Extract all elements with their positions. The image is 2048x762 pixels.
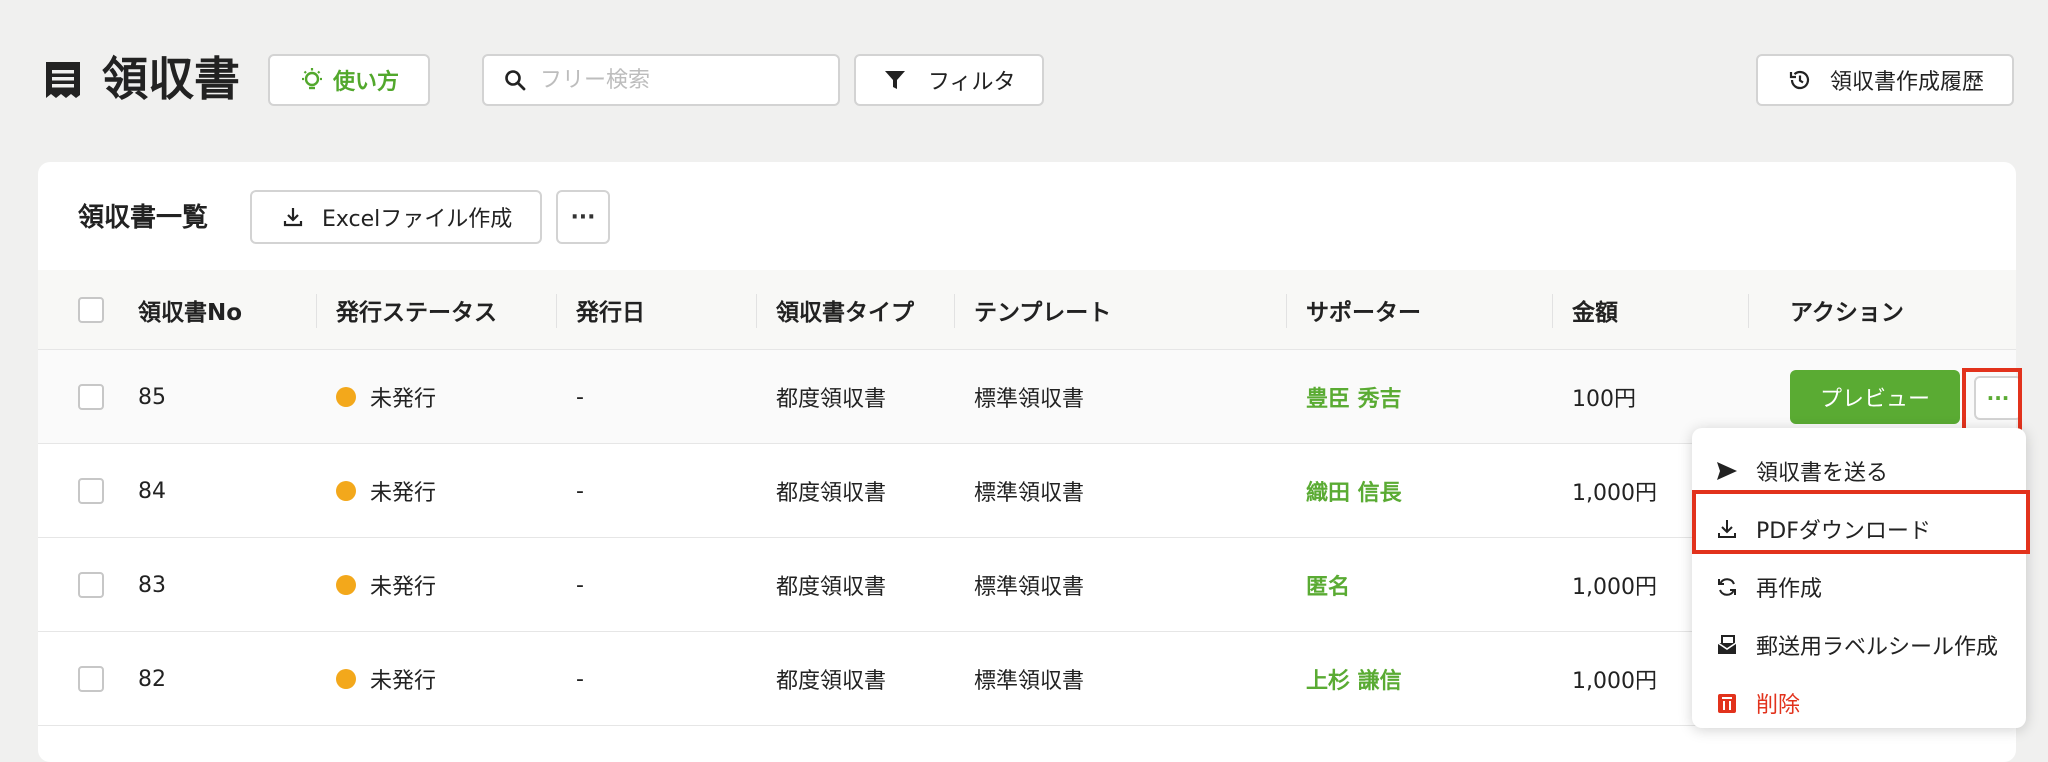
howto-button[interactable]: 使い方	[268, 54, 430, 106]
status-cell: 未発行	[336, 538, 436, 632]
menu-item-label: 郵送用ラベルシール作成	[1756, 635, 1999, 660]
column-separator	[316, 294, 317, 328]
menu-item-label: 再作成	[1756, 577, 1823, 602]
menu-item-label: 削除	[1756, 693, 1801, 718]
menu-item-delete[interactable]: 削除	[1692, 674, 2026, 732]
column-header-action: アクション	[1790, 300, 1904, 326]
supporter-link[interactable]: 匿名	[1306, 538, 1350, 632]
column-header-type[interactable]: 領収書タイプ	[776, 270, 914, 350]
template-name: 標準領収書	[974, 481, 1085, 506]
label-print-icon	[1717, 635, 1737, 654]
history-label: 領収書作成履歴	[1830, 70, 1985, 95]
amount: 1,000円	[1572, 669, 1657, 694]
amount: 1,000円	[1572, 575, 1657, 600]
lightbulb-icon	[301, 68, 322, 90]
supporter-link[interactable]: 織田 信長	[1306, 444, 1402, 538]
issue-date: -	[576, 666, 584, 692]
column-separator	[1286, 294, 1287, 328]
search-icon	[505, 70, 526, 91]
status-dot-icon	[336, 387, 356, 407]
column-header-supporter[interactable]: サポーター	[1306, 270, 1421, 350]
column-header-date[interactable]: 発行日	[576, 270, 645, 350]
column-header-status[interactable]: 発行ステータス	[336, 270, 497, 350]
more-options-button[interactable]: ···	[556, 190, 610, 244]
row-checkbox[interactable]	[78, 666, 104, 692]
row-action-menu: 領収書を送る PDFダウンロード 再作成 郵送用ラベルシール作成 削除	[1692, 428, 2026, 728]
card-title: 領収書一覧	[78, 203, 209, 233]
column-separator	[954, 294, 955, 328]
receipt-type: 都度領収書	[776, 575, 887, 600]
filter-icon	[885, 71, 905, 89]
receipt-no: 82	[138, 666, 166, 692]
highlight-frame	[1692, 490, 2030, 554]
status-label: 未発行	[370, 481, 437, 506]
menu-item-mailing-label[interactable]: 郵送用ラベルシール作成	[1692, 616, 2026, 674]
receipt-no: 85	[138, 384, 166, 410]
status-dot-icon	[336, 575, 356, 595]
template-name: 標準領収書	[974, 387, 1085, 412]
filter-button[interactable]: フィルタ	[854, 54, 1044, 106]
history-button[interactable]: 領収書作成履歴	[1756, 54, 2014, 106]
filter-label: フィルタ	[928, 70, 1016, 95]
supporter-link[interactable]: 豊臣 秀吉	[1306, 350, 1402, 444]
refresh-icon	[1718, 578, 1736, 596]
trash-icon	[1718, 694, 1736, 713]
column-separator	[1748, 294, 1749, 328]
download-icon	[283, 208, 303, 227]
excel-export-button[interactable]: Excelファイル作成	[250, 190, 542, 244]
row-checkbox[interactable]	[78, 478, 104, 504]
table-header: 領収書No 発行ステータス 発行日 領収書タイプ テンプレート サポーター 金額…	[38, 270, 2016, 350]
receipt-type: 都度領収書	[776, 669, 887, 694]
status-label: 未発行	[370, 387, 437, 412]
send-icon	[1717, 462, 1737, 480]
receipt-no: 83	[138, 572, 166, 598]
amount: 1,000円	[1572, 481, 1657, 506]
preview-button[interactable]: プレビュー	[1790, 370, 1960, 424]
page-header: 領収書 使い方 フィルタ 領収書作成履歴	[0, 0, 2048, 160]
issue-date: -	[576, 572, 584, 598]
status-dot-icon	[336, 669, 356, 689]
template-name: 標準領収書	[974, 575, 1085, 600]
receipt-type: 都度領収書	[776, 481, 887, 506]
status-label: 未発行	[370, 669, 437, 694]
menu-item-regenerate[interactable]: 再作成	[1692, 558, 2026, 616]
search-box[interactable]	[482, 54, 840, 106]
status-label: 未発行	[370, 575, 437, 600]
status-cell: 未発行	[336, 632, 436, 726]
column-separator	[1552, 294, 1553, 328]
history-icon	[1789, 70, 1810, 90]
highlight-frame	[1962, 368, 2022, 434]
menu-item-label: 領収書を送る	[1756, 461, 1889, 486]
column-separator	[756, 294, 757, 328]
status-cell: 未発行	[336, 350, 436, 444]
receipt-no: 84	[138, 478, 166, 504]
row-checkbox[interactable]	[78, 572, 104, 598]
supporter-link[interactable]: 上杉 謙信	[1306, 632, 1402, 726]
receipt-icon	[46, 62, 80, 98]
excel-export-label: Excelファイル作成	[322, 207, 513, 232]
row-checkbox[interactable]	[78, 384, 104, 410]
select-all-checkbox[interactable]	[78, 297, 104, 323]
amount: 100円	[1572, 387, 1636, 412]
more-dots-icon: ···	[570, 204, 596, 230]
column-header-amount[interactable]: 金額	[1572, 270, 1618, 350]
receipt-type: 都度領収書	[776, 387, 887, 412]
issue-date: -	[576, 384, 584, 410]
template-name: 標準領収書	[974, 669, 1085, 694]
status-dot-icon	[336, 481, 356, 501]
column-header-no[interactable]: 領収書No	[138, 270, 242, 350]
column-header-template[interactable]: テンプレート	[974, 270, 1111, 350]
issue-date: -	[576, 478, 584, 504]
search-input[interactable]	[538, 66, 818, 94]
page-title: 領収書	[102, 52, 240, 106]
howto-label: 使い方	[332, 70, 399, 95]
status-cell: 未発行	[336, 444, 436, 538]
column-separator	[556, 294, 557, 328]
